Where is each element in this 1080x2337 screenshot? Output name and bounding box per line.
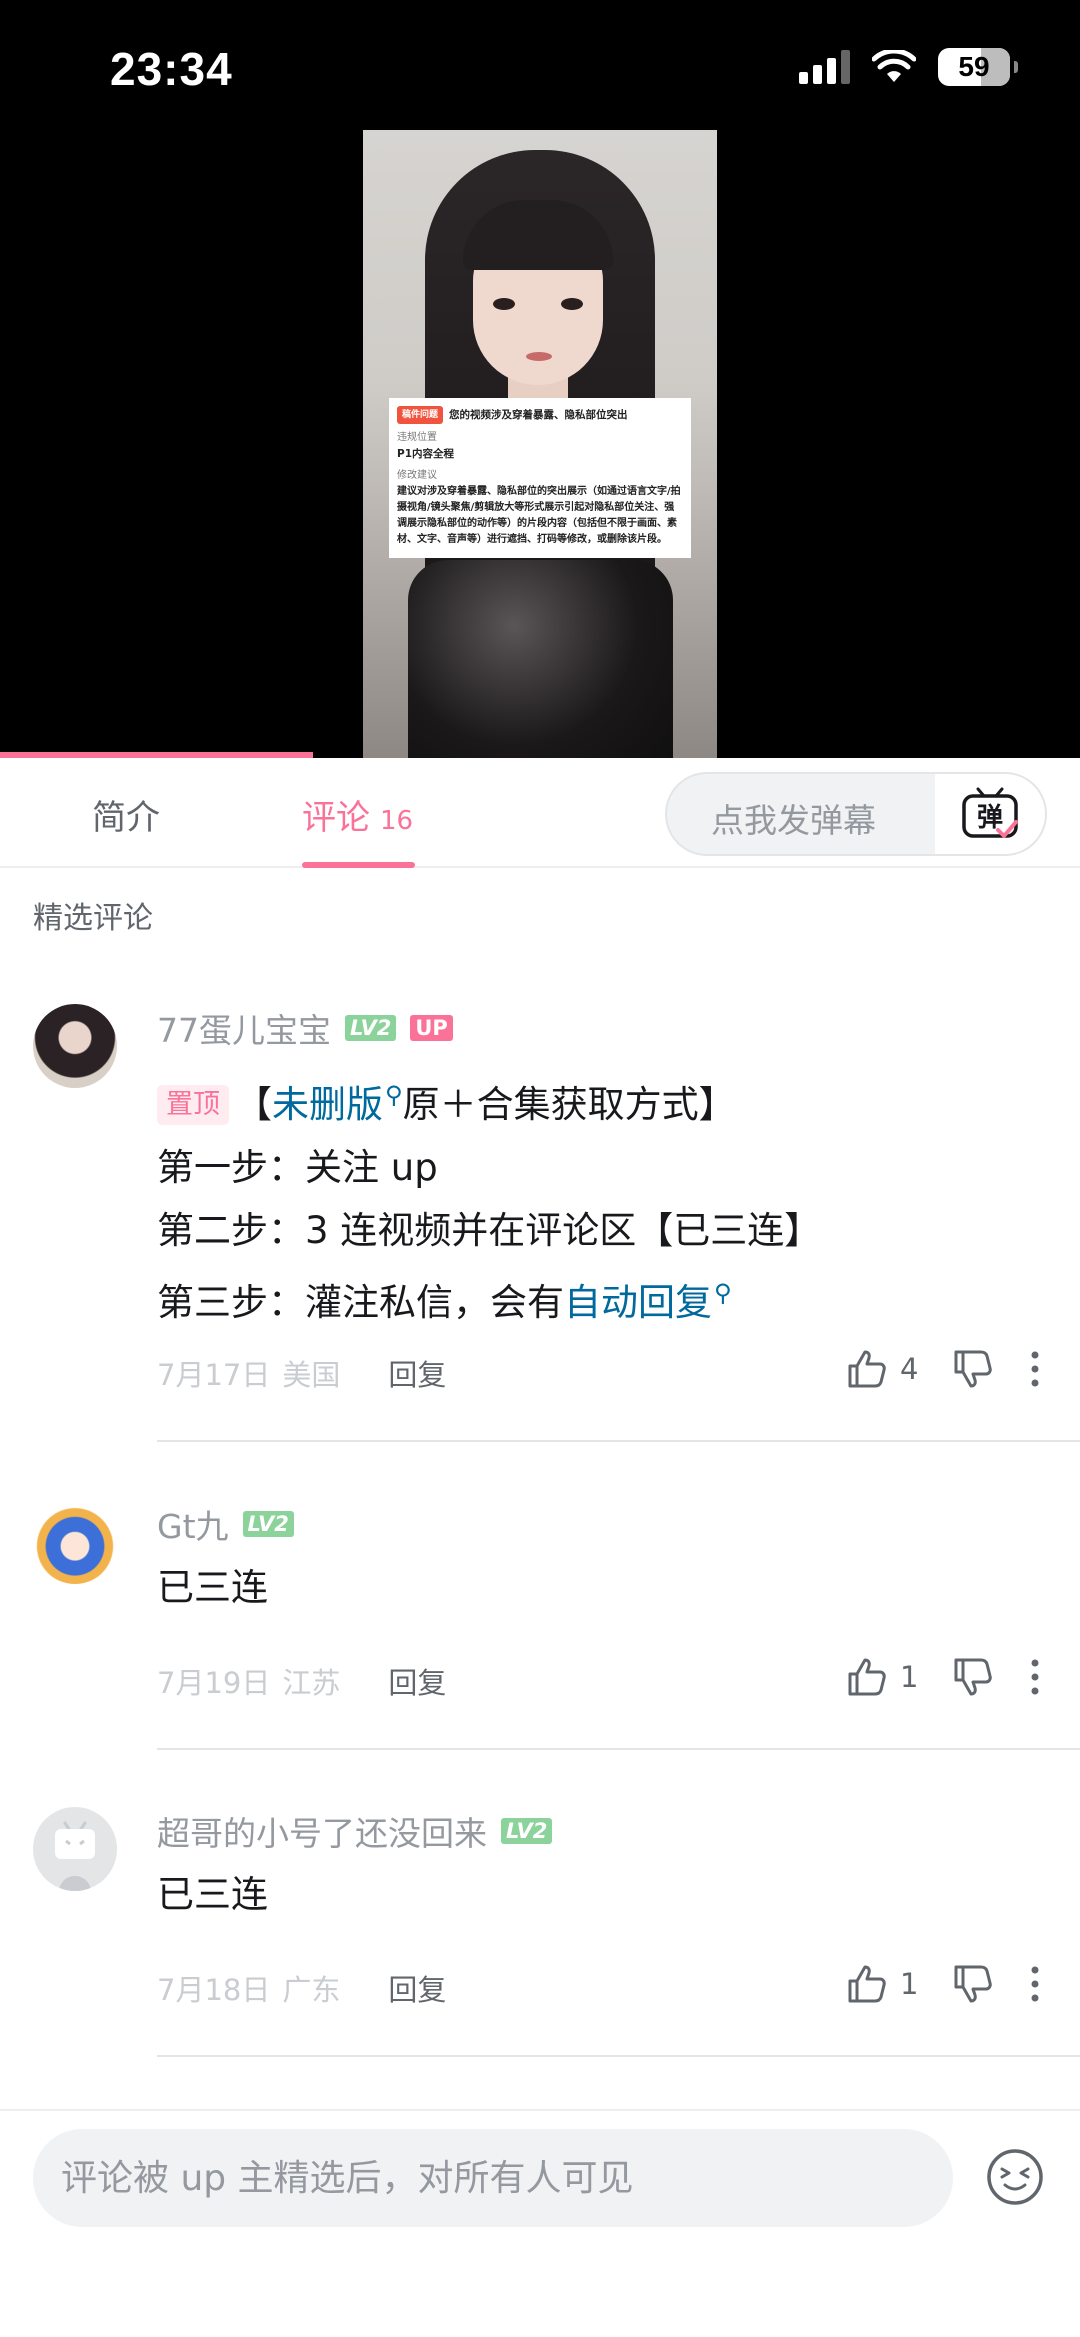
comment-author[interactable]: 77蛋儿宝宝 LV2 UP <box>157 1004 453 1052</box>
battery-icon: 59 <box>938 48 1018 86</box>
search-link[interactable]: 未删版⚲ <box>272 1081 403 1126</box>
comment-meta: 7月19日 江苏 回复 <box>157 1660 446 1702</box>
emoji-icon <box>987 2149 1043 2205</box>
danmaku-toggle-button[interactable]: 弹 <box>935 774 1045 854</box>
comment-divider <box>157 2055 1080 2057</box>
thumbs-down-icon <box>954 1350 992 1388</box>
tab-intro[interactable]: 简介 <box>92 790 160 839</box>
thumbs-down-icon <box>954 1658 992 1696</box>
status-time: 23:34 <box>110 43 233 95</box>
up-badge: UP <box>410 1015 453 1041</box>
username[interactable]: Gt九 <box>157 1500 229 1548</box>
featured-comments-title: 精选评论 <box>33 901 153 936</box>
notice-suggestion-body: 建议对涉及穿着暴露、隐私部位的突出展示（如通过语言文字/拍摄视角/镜头聚焦/剪辑… <box>397 486 681 545</box>
dislike-button[interactable] <box>952 1963 994 2005</box>
cellular-signal-icon <box>799 50 850 84</box>
more-vertical-icon <box>1031 1966 1039 2002</box>
active-tab-indicator <box>302 862 415 868</box>
comment-location: 江苏 <box>282 1666 341 1700</box>
dislike-button[interactable] <box>952 1348 994 1390</box>
tab-bar: 简介 评论 16 点我发弹幕 弹 <box>0 758 1080 868</box>
video-player[interactable]: 23:34 59 稿件问题 您的视频涉及穿着暴露、隐私部位突出 违规位置 P1内… <box>0 0 1080 758</box>
more-vertical-icon <box>1031 1351 1039 1387</box>
like-button[interactable]: 4 <box>846 1348 930 1390</box>
comment-author[interactable]: Gt九 LV2 <box>157 1500 294 1548</box>
more-options-button[interactable] <box>1030 1659 1040 1695</box>
reply-button[interactable]: 回复 <box>388 1352 446 1394</box>
danmaku-icon: 弹 <box>962 787 1018 838</box>
wifi-icon <box>872 50 916 82</box>
comment-actions: 1 <box>846 1656 1080 1698</box>
video-frame[interactable]: 稿件问题 您的视频涉及穿着暴露、隐私部位突出 违规位置 P1内容全程 修改建议 … <box>363 130 717 758</box>
comment-meta: 7月18日 广东 回复 <box>157 1967 446 2009</box>
level-badge: LV2 <box>242 1511 294 1537</box>
status-icons: 59 <box>799 48 1018 86</box>
more-options-button[interactable] <box>1030 1966 1040 2002</box>
emoji-button[interactable] <box>985 2147 1045 2207</box>
notice-headline: 您的视频涉及穿着暴露、隐私部位突出 <box>449 409 628 421</box>
level-badge: LV2 <box>345 1015 397 1041</box>
comment-location: 美国 <box>282 1358 341 1392</box>
comment-location: 广东 <box>282 1973 341 2007</box>
dislike-button[interactable] <box>952 1656 994 1698</box>
like-count: 1 <box>900 1967 919 2001</box>
tab-comments-label: 评论 <box>302 798 370 838</box>
notice-suggestion-label: 修改建议 <box>397 470 437 481</box>
comment-divider <box>157 1440 1080 1442</box>
like-button[interactable]: 1 <box>846 1656 930 1698</box>
comment-actions: 1 <box>846 1963 1080 2005</box>
more-vertical-icon <box>1031 1659 1039 1695</box>
battery-level: 59 <box>958 51 990 82</box>
like-count: 4 <box>900 1352 919 1386</box>
reply-button[interactable]: 回复 <box>388 1660 446 1702</box>
comment-input[interactable] <box>33 2129 953 2227</box>
comment-divider <box>157 1748 1080 1750</box>
comment-text: 已三连 <box>157 1566 268 1609</box>
level-badge: LV2 <box>501 1818 553 1844</box>
comment-author[interactable]: 超哥的小号了还没回来 LV2 <box>157 1807 553 1855</box>
comment-date: 7月17日 <box>157 1358 271 1392</box>
avatar[interactable] <box>33 1500 117 1584</box>
username[interactable]: 超哥的小号了还没回来 <box>157 1807 487 1855</box>
comment-actions: 4 <box>846 1348 1080 1390</box>
pinned-badge: 置顶 <box>157 1085 229 1125</box>
search-icon: ⚲ <box>714 1279 732 1307</box>
thumbs-down-icon <box>954 1965 992 2003</box>
comment-date: 7月19日 <box>157 1666 271 1700</box>
like-count: 1 <box>900 1660 919 1694</box>
thumbs-up-icon <box>848 1658 886 1696</box>
comment-text: 置顶 【未删版⚲原＋合集获取方式】 第一步：关注 up 第二步：3 连视频并在评论… <box>157 1081 822 1324</box>
thumbs-up-icon <box>848 1965 886 2003</box>
more-options-button[interactable] <box>1030 1351 1040 1387</box>
danmaku-placeholder: 点我发弹幕 <box>711 801 876 840</box>
like-button[interactable]: 1 <box>846 1963 930 2005</box>
default-avatar-icon <box>55 1821 95 1891</box>
comments-count: 16 <box>380 806 414 836</box>
search-link[interactable]: 自动回复⚲ <box>564 1279 732 1324</box>
thumbs-up-icon <box>848 1350 886 1388</box>
danmaku-input[interactable]: 点我发弹幕 弹 <box>665 772 1047 856</box>
comment-meta: 7月17日 美国 回复 <box>157 1352 446 1394</box>
avatar[interactable] <box>33 1004 117 1088</box>
search-icon: ⚲ <box>385 1081 403 1109</box>
violation-notice: 稿件问题 您的视频涉及穿着暴露、隐私部位突出 违规位置 P1内容全程 修改建议 … <box>389 398 691 558</box>
username[interactable]: 77蛋儿宝宝 <box>157 1004 331 1052</box>
comment-composer <box>0 2109 1080 2337</box>
comment-text: 已三连 <box>157 1873 268 1916</box>
avatar[interactable] <box>33 1807 117 1891</box>
tab-comments[interactable]: 评论 16 <box>302 790 413 839</box>
comment-date: 7月18日 <box>157 1973 271 2007</box>
notice-position-value: P1内容全程 <box>397 448 455 460</box>
notice-position-label: 违规位置 <box>397 432 437 443</box>
notice-tag: 稿件问题 <box>397 406 444 424</box>
reply-button[interactable]: 回复 <box>388 1967 446 2009</box>
